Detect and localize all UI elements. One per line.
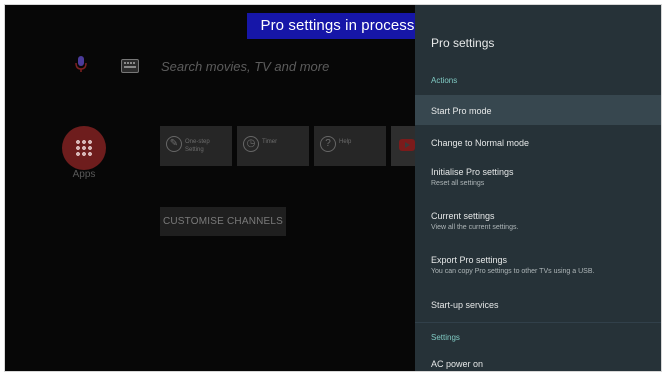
menu-item-current-settings[interactable]: Current settings View all the current se… [415,211,661,245]
menu-item-subtitle: You can copy Pro settings to other TVs u… [431,268,595,275]
menu-item-initialise-pro-settings[interactable]: Initialise Pro settings Reset all settin… [415,167,661,201]
customise-channels-button[interactable]: CUSTOMISE CHANNELS [160,207,286,236]
apps-label: Apps [72,169,96,180]
youtube-icon [399,139,415,151]
menu-item-start-up-services[interactable]: Start-up services [415,300,661,320]
menu-item-export-pro-settings[interactable]: Export Pro settings You can copy Pro set… [415,255,661,289]
section-actions: Actions [431,76,458,85]
menu-item-title: Change to Normal mode [431,138,530,148]
menu-item-subtitle: Reset all settings [431,180,485,187]
one-step-setting-tile[interactable]: ✎ One-step Setting [160,126,232,166]
menu-item-title: Start-up services [431,300,499,310]
tv-screen: Search movies, TV and more Apps ✎ One-st… [5,5,661,371]
pro-settings-panel: Pro settings Actions Start Pro mode Chan… [415,5,661,371]
panel-header: Pro settings [415,5,661,68]
apps-grid-icon [75,139,93,157]
menu-item-title: Start Pro mode [431,106,492,116]
help-tile[interactable]: ? Help [314,126,386,166]
help-icon: ? [320,136,336,152]
menu-item-ac-power-on[interactable]: AC power on [415,359,661,371]
menu-item-title: AC power on [431,359,484,369]
status-banner: Pro settings in process [247,13,428,39]
menu-item-change-to-normal-mode[interactable]: Change to Normal mode [415,130,661,158]
panel-title: Pro settings [431,36,495,50]
mic-icon[interactable] [74,55,88,73]
wrench-icon: ✎ [166,136,182,152]
menu-item-subtitle: View all the current settings. [431,224,519,231]
tile-label: Help [339,139,352,145]
menu-item-title: Current settings [431,211,495,221]
section-settings: Settings [431,333,460,342]
tile-label: One-step Setting [185,139,210,153]
clock-icon: ◷ [243,136,259,152]
apps-button[interactable] [62,126,106,170]
menu-item-title: Export Pro settings [431,255,508,265]
search-input[interactable]: Search movies, TV and more [161,59,411,74]
keyboard-icon[interactable] [121,59,139,73]
menu-item-start-pro-mode[interactable]: Start Pro mode [415,95,661,125]
timer-tile[interactable]: ◷ Timer [237,126,309,166]
tile-label: Timer [262,139,278,145]
menu-item-title: Initialise Pro settings [431,167,514,177]
section-divider [415,322,661,323]
